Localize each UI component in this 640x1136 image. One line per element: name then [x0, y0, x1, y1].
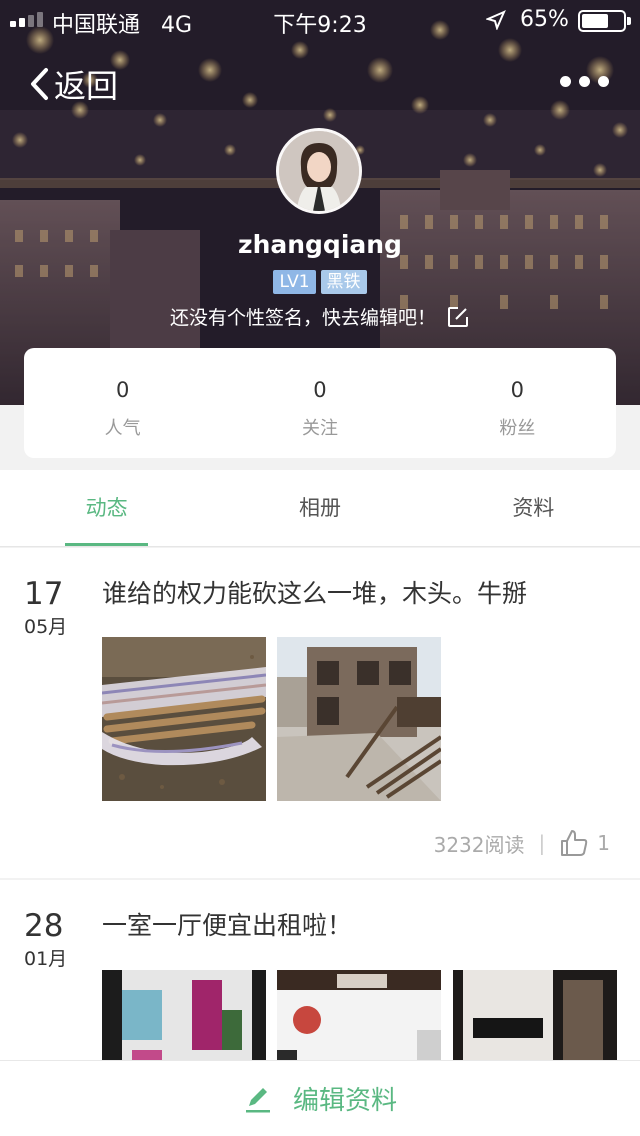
post-date: 17 05月: [24, 576, 67, 639]
construction-photo: [277, 637, 441, 801]
like-count: 1: [597, 831, 610, 855]
stat-followers[interactable]: 0 粉丝: [419, 348, 616, 458]
pencil-icon: [245, 1087, 270, 1112]
post-text: 谁给的权力能砍这么一堆，木头。牛掰: [102, 579, 528, 608]
stat-label: 人气: [104, 418, 141, 439]
status-bar: 中国联通 4G 下午9:23 65%: [0, 0, 640, 40]
more-dot-icon: [560, 76, 571, 87]
profile-tabs: 动态 相册 资料: [0, 470, 640, 547]
back-button[interactable]: 返回: [28, 62, 118, 106]
stat-value: 0: [115, 378, 130, 402]
stat-value: 0: [510, 378, 524, 402]
stats-card: 0 人气 0 关注 0 粉丝: [24, 348, 616, 458]
tab-album[interactable]: 相册: [213, 470, 426, 546]
avatar-image: [279, 131, 359, 211]
badge-row: LV1 黑铁: [0, 270, 640, 294]
edit-square-icon: [448, 306, 468, 327]
more-dot-icon: [598, 76, 609, 87]
back-label: 返回: [54, 67, 119, 105]
avatar[interactable]: [276, 128, 362, 214]
like-button[interactable]: 1: [559, 828, 610, 858]
post-meta: 3232阅读 | 1: [434, 828, 610, 858]
post-day: 17: [24, 576, 64, 612]
battery-icon: [578, 10, 626, 32]
meta-divider: |: [538, 831, 546, 855]
location-arrow-icon: [486, 10, 506, 30]
edit-profile-label: 编辑资料: [292, 1086, 397, 1116]
signature-edit-link[interactable]: 还没有个性签名，快去编辑吧！: [0, 303, 640, 330]
stat-label: 关注: [301, 418, 338, 439]
stat-value: 0: [313, 378, 327, 402]
post-month: 05月: [24, 616, 68, 638]
edit-profile-button[interactable]: 编辑资料: [0, 1060, 640, 1136]
more-menu-button[interactable]: [560, 76, 609, 87]
more-dot-icon: [579, 76, 590, 87]
profile-screen: 中国联通 4G 下午9:23 65% 返回 zhangqiang LV1 黑铁: [0, 0, 640, 1136]
post-text: 一室一厅便宜出租啦！: [102, 911, 353, 940]
stat-label: 粉丝: [499, 418, 536, 439]
rank-badge: 黑铁: [320, 270, 367, 294]
post-day: 28: [24, 908, 64, 944]
read-count: 3232阅读: [433, 832, 525, 857]
post-month: 01月: [24, 948, 68, 970]
logs-photo: [102, 637, 266, 801]
battery-percent: 65%: [520, 7, 569, 32]
tab-feed[interactable]: 动态: [0, 470, 213, 546]
stat-following[interactable]: 0 关注: [221, 348, 418, 458]
tab-profile-info[interactable]: 资料: [427, 470, 640, 546]
signature-text: 还没有个性签名，快去编辑吧！: [169, 307, 436, 329]
level-badge: LV1: [273, 270, 316, 294]
username: zhangqiang: [238, 230, 402, 259]
stat-popularity[interactable]: 0 人气: [24, 348, 221, 458]
post-date: 28 01月: [24, 908, 67, 971]
post-photo[interactable]: [277, 637, 441, 801]
chevron-left-icon: [31, 68, 48, 100]
post-photo[interactable]: [102, 637, 266, 801]
battery-tip: [627, 17, 631, 25]
thumbs-up-icon: [561, 830, 588, 856]
feed-post[interactable]: 17 05月 谁给的权力能砍这么一堆，木头。牛掰 3232阅读 | 1: [0, 548, 640, 878]
